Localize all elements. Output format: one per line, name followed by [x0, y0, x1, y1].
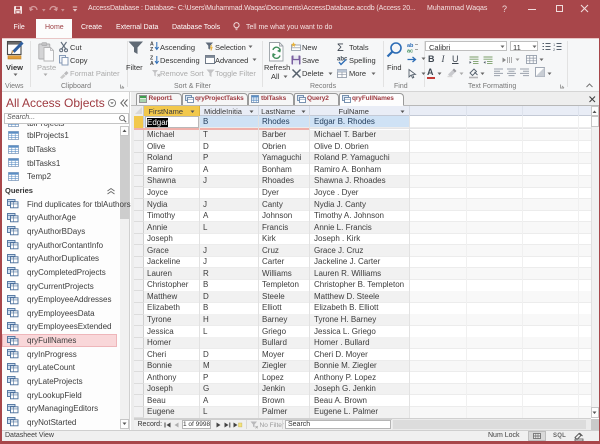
svg-text:A: A	[150, 61, 154, 67]
svg-text:ac: ac	[407, 48, 413, 54]
svg-text:Σ: Σ	[337, 42, 344, 54]
svg-text:abc: abc	[337, 56, 348, 62]
